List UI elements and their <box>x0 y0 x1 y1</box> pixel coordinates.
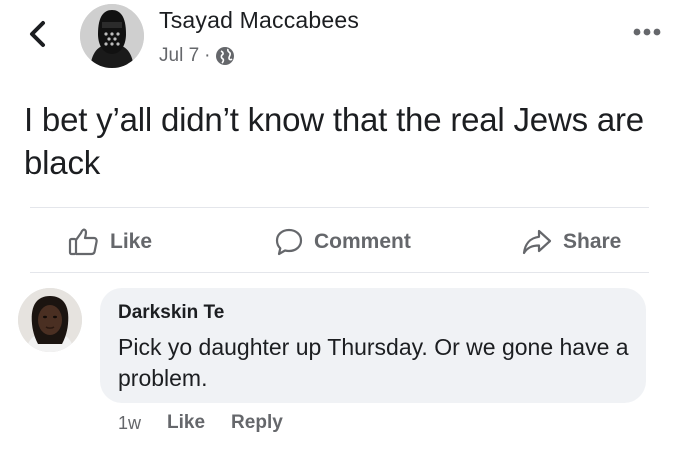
post-text: I bet y’all didn’t know that the real Je… <box>24 101 644 181</box>
globe-icon <box>215 46 235 66</box>
chevron-left-icon <box>30 21 45 47</box>
share-arrow-icon <box>522 229 552 255</box>
comment-label: Comment <box>314 230 411 253</box>
comment-reply-button[interactable]: Reply <box>231 412 283 434</box>
like-label: Like <box>110 230 153 253</box>
divider <box>30 272 649 273</box>
comment-bubble: Darkskin Te Pick yo daughter up Thursday… <box>100 288 646 403</box>
more-options-button[interactable] <box>630 25 664 39</box>
commenter-name[interactable]: Darkskin Te <box>118 302 224 324</box>
comment-like-button[interactable]: Like <box>167 412 205 434</box>
post-meta: Jul 7 · <box>159 44 235 68</box>
post-author-name[interactable]: Tsayad Maccabees <box>159 7 359 34</box>
comment-timestamp[interactable]: 1w <box>118 413 141 434</box>
post-header: Tsayad Maccabees Jul 7 · <box>0 0 679 85</box>
meta-separator: · <box>204 45 211 66</box>
speech-bubble-icon <box>275 228 303 256</box>
thumbs-up-icon <box>68 228 98 256</box>
commenter-avatar[interactable] <box>18 288 82 352</box>
back-button[interactable] <box>24 18 52 50</box>
like-button[interactable]: Like <box>68 224 152 260</box>
comment-button[interactable]: Comment <box>274 224 411 260</box>
post-date[interactable]: Jul 7 <box>159 45 199 67</box>
divider <box>30 207 649 208</box>
share-label: Share <box>563 230 622 253</box>
share-button[interactable]: Share <box>521 224 621 260</box>
author-avatar[interactable] <box>80 4 144 68</box>
comment-text: Pick yo daughter up Thursday. Or we gone… <box>118 334 629 391</box>
comment-actions: 1w Like Reply <box>118 412 283 434</box>
more-dots-icon <box>633 28 661 36</box>
